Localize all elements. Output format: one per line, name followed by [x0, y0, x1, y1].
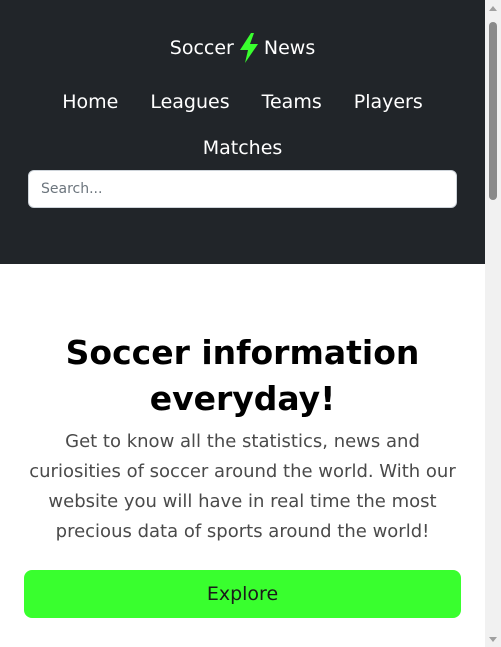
scroll-up-arrow-icon[interactable]: [489, 6, 497, 11]
vertical-scrollbar[interactable]: [485, 0, 501, 647]
page: Soccer News Home Leagues Teams Players M…: [0, 0, 501, 647]
nav-matches[interactable]: Matches: [203, 130, 283, 166]
brand-right-text: News: [263, 37, 316, 59]
site-header: Soccer News Home Leagues Teams Players M…: [0, 0, 485, 264]
nav-teams[interactable]: Teams: [262, 84, 322, 120]
scroll-down-arrow-icon[interactable]: [489, 637, 497, 642]
hero-section: Soccer information everyday! Get to know…: [0, 264, 485, 647]
search-input[interactable]: [28, 170, 457, 208]
lightning-bolt-icon: [239, 33, 258, 63]
brand-left-text: Soccer: [169, 37, 234, 59]
scrollbar-thumb[interactable]: [489, 22, 497, 200]
hero-description: Get to know all the statistics, news and…: [29, 431, 456, 542]
nav-players[interactable]: Players: [354, 84, 423, 120]
brand-logo[interactable]: Soccer News: [0, 30, 485, 66]
hero-title: Soccer information everyday!: [65, 333, 420, 418]
explore-button[interactable]: Explore: [24, 570, 461, 618]
nav-leagues[interactable]: Leagues: [150, 84, 229, 120]
main-nav: Home Leagues Teams Players: [0, 84, 485, 120]
nav-home[interactable]: Home: [62, 84, 118, 120]
main-nav-row-2: Matches: [0, 130, 485, 166]
